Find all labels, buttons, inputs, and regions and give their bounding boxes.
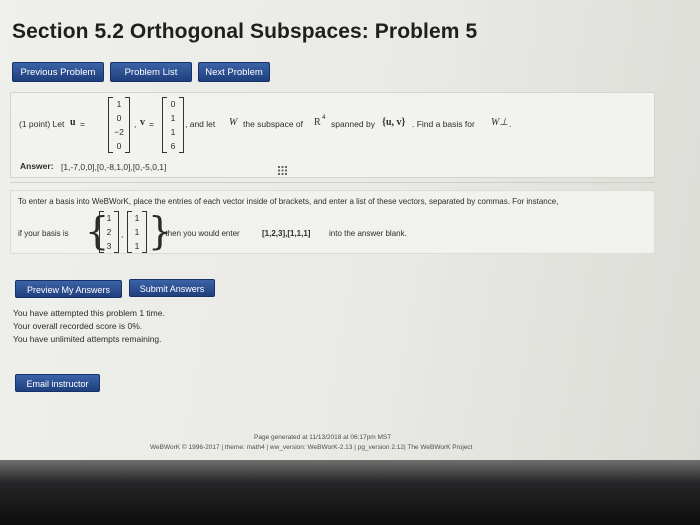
problem-statement: (1 point) Let u = 1 0 −2 0 , v = 0 1 1 6… <box>19 97 512 153</box>
problem-text-subspace: the subspace of <box>243 119 304 129</box>
v-symbol: v <box>140 117 145 128</box>
page-generated-text: Page generated at 11/13/2018 at 06:17pm … <box>254 434 392 441</box>
instructions-line-1: To enter a basis into WeBWorK, place the… <box>18 197 559 206</box>
r-symbol: R <box>314 117 321 128</box>
problem-period: . <box>509 119 512 129</box>
problem-text-find: . Find a basis for <box>412 119 475 129</box>
vector-u-entry: 1 <box>116 99 122 109</box>
score-status: Your overall recorded score is 0%. <box>13 321 143 331</box>
vector-u-entry: 0 <box>116 141 122 151</box>
monitor-bezel <box>0 460 700 525</box>
instructions-suffix: , then you would enter <box>161 229 240 238</box>
submit-answers-button[interactable]: Submit Answers <box>129 279 215 297</box>
problem-navigation: Previous Problem Problem List Next Probl… <box>12 62 270 82</box>
attempts-status: You have attempted this problem 1 time. <box>13 308 165 318</box>
points-label: (1 point) Let <box>19 119 65 129</box>
instructions-panel: To enter a basis into WeBWorK, place the… <box>10 190 655 254</box>
instructions-prefix: if your basis is <box>18 229 69 238</box>
equals-sign: = <box>80 119 85 129</box>
w-perp-symbol: W⊥ <box>491 117 509 128</box>
u-symbol: u <box>70 117 76 128</box>
span-set: {u, v} <box>382 117 406 128</box>
vector-v-entry: 1 <box>170 127 176 137</box>
example-vector-2-entry: 1 <box>134 213 140 223</box>
next-problem-button[interactable]: Next Problem <box>198 62 270 82</box>
vector-u-entry: −2 <box>114 127 124 137</box>
vector-v-entry: 6 <box>170 141 176 151</box>
copyright-text: WeBWorK © 1996-2017 | theme: math4 | ww_… <box>150 444 473 451</box>
r-exponent: 4 <box>322 114 326 121</box>
problem-panel: (1 point) Let u = 1 0 −2 0 , v = 0 1 1 6… <box>10 92 655 178</box>
example-vector-1-entry: 3 <box>106 241 112 251</box>
instructions-example: [1,2,3],[1,1,1] <box>262 229 311 238</box>
problem-list-button[interactable]: Problem List <box>110 62 192 82</box>
problem-text-after: , and let <box>185 119 216 129</box>
preview-answers-button[interactable]: Preview My Answers <box>15 280 122 298</box>
page-title: Section 5.2 Orthogonal Subspaces: Proble… <box>12 20 478 43</box>
vector-v: 0 1 1 6 <box>162 97 184 153</box>
answer-input[interactable] <box>61 160 279 174</box>
problem-text-spanned: spanned by <box>331 119 375 129</box>
equals-sign: = <box>149 119 154 129</box>
remaining-status: You have unlimited attempts remaining. <box>13 334 162 344</box>
instructions-suffix-after: into the answer blank. <box>329 229 407 238</box>
example-vector-2: 1 1 1 <box>127 211 147 253</box>
vector-u: 1 0 −2 0 <box>108 97 130 153</box>
w-symbol: W <box>229 117 238 128</box>
example-vector-1-entry: 1 <box>106 213 112 223</box>
vector-u-entry: 0 <box>116 113 122 123</box>
example-vector-1: 1 2 3 <box>99 211 119 253</box>
answer-label: Answer: <box>20 161 54 171</box>
example-vector-2-entry: 1 <box>134 227 140 237</box>
grid-icon[interactable] <box>278 162 287 175</box>
vector-v-entry: 1 <box>170 113 176 123</box>
previous-problem-button[interactable]: Previous Problem <box>12 62 104 82</box>
vector-v-entry: 0 <box>170 99 176 109</box>
section-divider <box>10 182 655 183</box>
webwork-page: Section 5.2 Orthogonal Subspaces: Proble… <box>0 0 700 470</box>
example-vector-1-entry: 2 <box>106 227 112 237</box>
example-vector-2-entry: 1 <box>134 241 140 251</box>
email-instructor-button[interactable]: Email instructor <box>15 374 100 392</box>
